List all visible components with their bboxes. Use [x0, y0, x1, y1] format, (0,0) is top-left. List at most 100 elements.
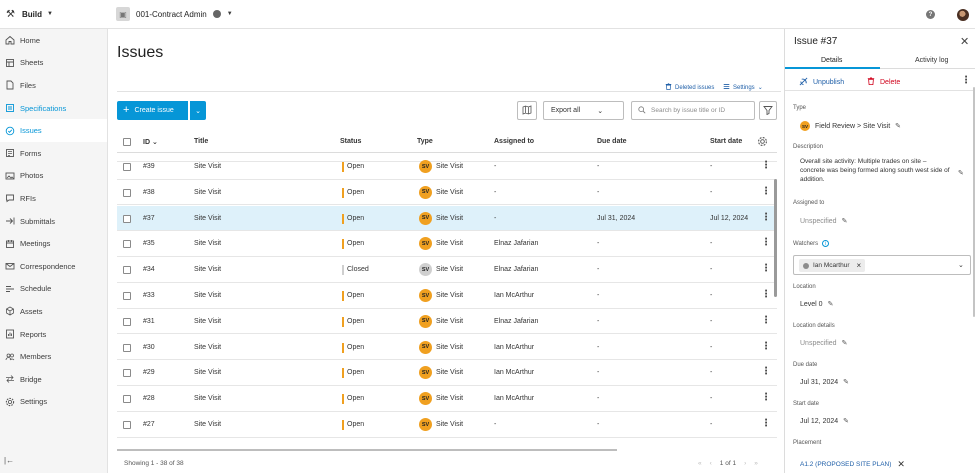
row-more-options-icon[interactable]: ⋮: [761, 212, 771, 224]
help-icon[interactable]: ?: [926, 10, 935, 19]
row-more-options-icon[interactable]: ⋮: [761, 392, 771, 404]
sidebar-item-meetings[interactable]: Meetings: [0, 232, 107, 255]
project-switcher[interactable]: ▣ 001-Contract Admin ▼: [108, 7, 233, 21]
issue-title[interactable]: Site Visit: [194, 240, 221, 247]
row-checkbox[interactable]: [123, 240, 131, 249]
sidebar-item-rfis[interactable]: RFIs: [0, 187, 107, 210]
row-checkbox[interactable]: [123, 317, 131, 326]
table-row[interactable]: #27 Site Visit Open SV Site Visit - - - ⋮: [117, 412, 777, 438]
column-header-due-date[interactable]: Due date: [597, 138, 627, 145]
table-row[interactable]: #33 Site Visit Open SV Site Visit Ian McArthu…: [117, 283, 777, 309]
sidebar-item-home[interactable]: Home: [0, 29, 107, 52]
export-all-button[interactable]: Export all ⌄: [543, 101, 624, 120]
filter-button[interactable]: [759, 101, 777, 120]
table-row[interactable]: #31 Site Visit Open SV Site Visit Elnaz Jafar…: [117, 309, 777, 335]
chevron-down-icon[interactable]: ⌄: [958, 261, 964, 269]
issue-title[interactable]: Site Visit: [194, 421, 221, 428]
row-more-options-icon[interactable]: ⋮: [761, 160, 771, 172]
sidebar-item-sheets[interactable]: Sheets: [0, 52, 107, 75]
edit-pencil-icon[interactable]: ✎: [843, 417, 849, 425]
first-page-icon[interactable]: «: [698, 460, 702, 467]
map-view-button[interactable]: [517, 101, 537, 120]
tab-details[interactable]: Details: [821, 57, 842, 64]
issue-title[interactable]: Site Visit: [194, 266, 221, 273]
sidebar-item-assets[interactable]: Assets: [0, 300, 107, 323]
column-header-start-date[interactable]: Start date: [710, 138, 742, 145]
last-page-icon[interactable]: »: [754, 460, 758, 467]
info-icon[interactable]: i: [822, 240, 830, 247]
search-input[interactable]: [651, 107, 751, 114]
row-more-options-icon[interactable]: ⋮: [761, 366, 771, 378]
row-more-options-icon[interactable]: ⋮: [761, 186, 771, 198]
close-icon[interactable]: ✕: [960, 35, 969, 48]
edit-pencil-icon[interactable]: ✎: [958, 169, 964, 177]
column-settings-gear-icon[interactable]: [757, 136, 768, 149]
remove-placement-icon[interactable]: ✕: [897, 459, 905, 470]
row-checkbox[interactable]: [123, 292, 131, 300]
row-more-options-icon[interactable]: ⋮: [761, 237, 771, 249]
edit-pencil-icon[interactable]: ✎: [895, 122, 901, 130]
row-checkbox[interactable]: [123, 163, 131, 171]
row-more-options-icon[interactable]: ⋮: [761, 263, 771, 275]
remove-watcher-icon[interactable]: ×: [857, 261, 862, 270]
create-options-button[interactable]: ⌄: [190, 101, 206, 120]
row-more-options-icon[interactable]: ⋮: [761, 289, 771, 301]
column-header-status[interactable]: Status: [340, 138, 361, 145]
avatar[interactable]: [957, 8, 969, 21]
sidebar-item-members[interactable]: Members: [0, 345, 107, 368]
search-field[interactable]: [631, 101, 755, 120]
row-checkbox[interactable]: [123, 214, 131, 223]
prev-page-icon[interactable]: ‹: [710, 460, 712, 467]
table-row[interactable]: #28 Site Visit Open SV Site Visit Ian McArthu…: [117, 386, 777, 412]
row-checkbox[interactable]: [123, 188, 131, 197]
sidebar-item-reports[interactable]: Reports: [0, 323, 107, 346]
edit-pencil-icon[interactable]: ✎: [828, 300, 834, 308]
table-row[interactable]: #34 Site Visit Closed SV Site Visit Elnaz Jaf…: [117, 257, 777, 283]
unpublish-button[interactable]: Unpublish: [799, 77, 844, 88]
row-more-options-icon[interactable]: ⋮: [761, 341, 771, 353]
column-header-id[interactable]: ID ⌄: [143, 138, 158, 146]
edit-pencil-icon[interactable]: ✎: [842, 217, 848, 225]
sidebar-item-correspondence[interactable]: Correspondence: [0, 255, 107, 278]
row-checkbox[interactable]: [123, 369, 131, 378]
collapse-sidebar-button[interactable]: |←: [4, 456, 14, 465]
table-row[interactable]: #29 Site Visit Open SV Site Visit Ian McArthu…: [117, 360, 777, 387]
delete-button[interactable]: Delete: [867, 77, 900, 87]
issue-title[interactable]: Site Visit: [194, 369, 221, 376]
issue-title[interactable]: Site Visit: [194, 318, 221, 325]
issue-title[interactable]: Site Visit: [194, 344, 221, 351]
sidebar-item-photos[interactable]: Photos: [0, 165, 107, 188]
sidebar-item-forms[interactable]: Forms: [0, 142, 107, 165]
issue-title[interactable]: Site Visit: [194, 189, 221, 196]
table-row[interactable]: #38 Site Visit Open SV Site Visit - - - ⋮: [117, 180, 777, 206]
issue-title[interactable]: Site Visit: [194, 215, 221, 222]
issue-title[interactable]: Site Visit: [194, 395, 221, 402]
row-more-options-icon[interactable]: ⋮: [761, 315, 771, 327]
next-page-icon[interactable]: ›: [744, 460, 746, 467]
tab-activity-log[interactable]: Activity log: [915, 57, 948, 64]
edit-pencil-icon[interactable]: ✎: [842, 339, 848, 347]
sidebar-item-specifications[interactable]: Specifications: [0, 97, 107, 120]
app-switcher[interactable]: ⚒ Build ▼: [0, 0, 108, 29]
issue-title[interactable]: Site Visit: [194, 163, 221, 170]
column-header-title[interactable]: Title: [194, 138, 208, 145]
table-row[interactable]: #30 Site Visit Open SV Site Visit Ian McArthu…: [117, 335, 777, 361]
row-checkbox[interactable]: [123, 421, 131, 429]
edit-pencil-icon[interactable]: ✎: [843, 378, 849, 386]
sidebar-item-settings[interactable]: Settings: [0, 391, 107, 414]
column-header-type[interactable]: Type: [417, 138, 433, 145]
watchers-select[interactable]: Ian Mcarthur × ⌄: [793, 255, 971, 275]
table-scrollbar[interactable]: [774, 179, 777, 297]
issue-title[interactable]: Site Visit: [194, 292, 221, 299]
row-checkbox[interactable]: [123, 395, 131, 404]
row-checkbox[interactable]: [123, 343, 131, 352]
table-row[interactable]: #39 Site Visit Open SV Site Visit - - - ⋮: [117, 154, 777, 180]
sidebar-item-files[interactable]: Files: [0, 74, 107, 97]
table-row[interactable]: #37 Site Visit Open SV Site Visit - Jul 31, 20…: [117, 205, 777, 232]
column-header-assigned[interactable]: Assigned to: [494, 138, 534, 145]
sidebar-item-bridge[interactable]: Bridge: [0, 368, 107, 391]
placement-link[interactable]: A1.2 (PROPOSED SITE PLAN): [800, 461, 891, 468]
row-more-options-icon[interactable]: ⋮: [761, 418, 771, 430]
row-checkbox[interactable]: [123, 266, 131, 275]
more-options-icon[interactable]: ⋮: [961, 75, 971, 86]
